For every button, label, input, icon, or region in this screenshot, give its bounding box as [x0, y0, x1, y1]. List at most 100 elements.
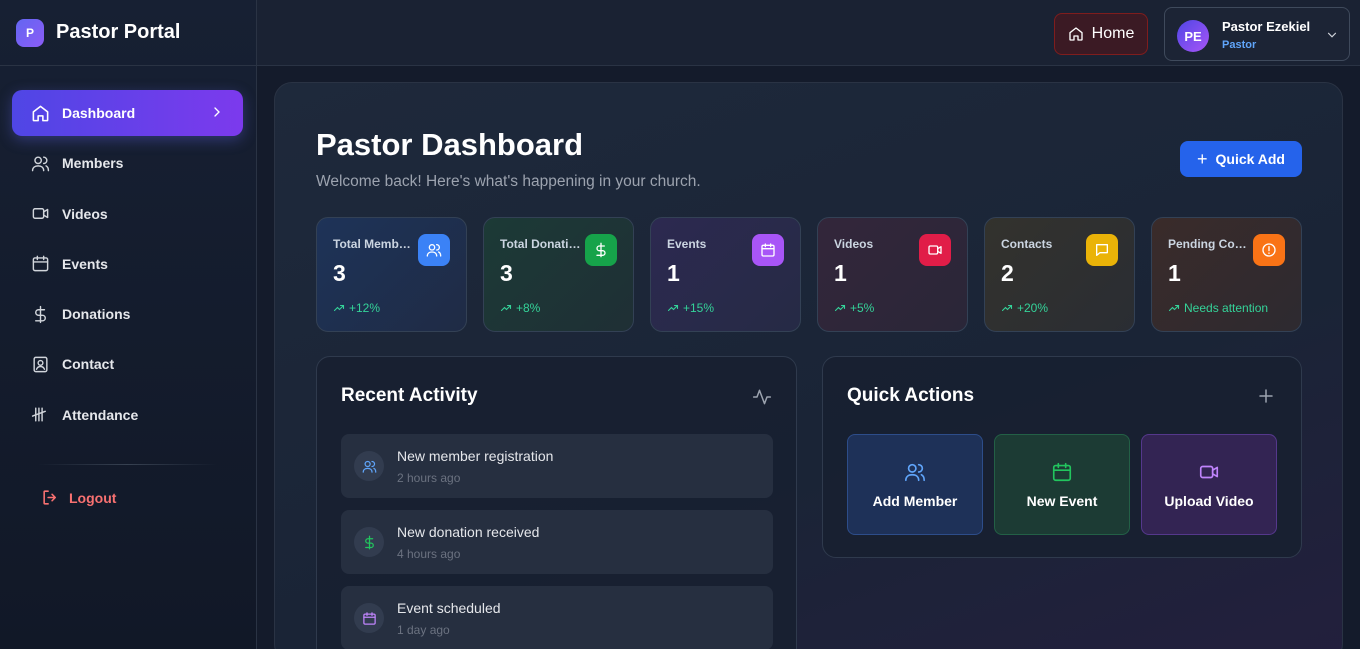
sidebar-item-label: Donations — [62, 306, 131, 323]
sidebar-item-videos[interactable]: Videos — [12, 191, 243, 237]
activity-icon — [752, 389, 772, 405]
calendar-icon — [30, 254, 50, 274]
stat-trend: +8% — [500, 301, 540, 315]
stat-label: Events — [667, 237, 707, 251]
dollar-icon — [585, 234, 617, 266]
plus-icon: + — [1196, 149, 1208, 169]
message-icon — [1086, 234, 1118, 266]
trending-up-icon — [1168, 304, 1180, 312]
home-button[interactable]: Home — [1054, 13, 1148, 55]
stat-trend-text: +5% — [850, 301, 875, 315]
add-member-button[interactable]: Add Member — [847, 434, 983, 535]
video-icon — [1199, 465, 1219, 478]
list-item[interactable]: New member registration 2 hours ago — [341, 434, 773, 498]
stat-trend-text: +15% — [683, 301, 715, 315]
dollar-icon — [354, 527, 384, 557]
sidebar-item-label: Attendance — [62, 406, 139, 423]
quick-add-button[interactable]: + Quick Add — [1180, 141, 1302, 177]
avatar: PE — [1177, 20, 1209, 52]
stat-trend-text: +8% — [516, 301, 541, 315]
sidebar-item-events[interactable]: Events — [12, 241, 243, 287]
stat-card-donations[interactable]: Total Donations 3 +8% — [483, 217, 634, 332]
app-name: Pastor Portal — [56, 21, 181, 43]
stat-card-members[interactable]: Total Members 3 +12% — [316, 217, 467, 332]
user-menu[interactable]: PE Pastor Ezekiel Pastor — [1164, 7, 1350, 61]
video-icon — [30, 204, 50, 224]
stat-trend: +15% — [667, 301, 714, 315]
stat-trend-text: +20% — [1017, 301, 1049, 315]
trending-up-icon — [1001, 304, 1013, 312]
brand[interactable]: P Pastor Portal — [0, 0, 256, 66]
chevron-down-icon — [1327, 32, 1337, 38]
users-icon — [905, 463, 925, 481]
stat-value: 1 — [834, 260, 847, 286]
sidebar: P Pastor Portal Dashboard Members Videos — [0, 0, 257, 649]
stat-value: 2 — [1001, 260, 1014, 286]
upload-video-button[interactable]: Upload Video — [1141, 434, 1277, 535]
sidebar-item-label: Dashboard — [62, 105, 136, 121]
stat-value: 1 — [667, 260, 680, 286]
list-item[interactable]: Event scheduled 1 day ago — [341, 586, 773, 649]
sidebar-item-members[interactable]: Members — [12, 140, 243, 186]
brand-logo: P — [16, 18, 44, 47]
trending-up-icon — [333, 304, 345, 312]
quick-actions-card: Quick Actions Add Member New Event Uploa… — [822, 356, 1302, 558]
activity-time: 1 day ago — [397, 623, 450, 637]
stat-card-pending-contacts[interactable]: Pending Contacts 1 Needs attention — [1151, 217, 1302, 332]
activity-time: 4 hours ago — [397, 547, 461, 561]
quick-action-label: New Event — [1026, 492, 1098, 509]
sidebar-item-dashboard[interactable]: Dashboard — [12, 90, 243, 136]
user-name: Pastor Ezekiel — [1222, 19, 1311, 34]
recent-activity-title: Recent Activity — [341, 385, 478, 406]
trending-up-icon — [667, 304, 679, 312]
quick-action-label: Upload Video — [1164, 492, 1254, 509]
trending-up-icon — [834, 304, 846, 312]
logout-button[interactable]: Logout — [12, 483, 243, 513]
stat-trend: +12% — [333, 301, 380, 315]
stat-card-events[interactable]: Events 1 +15% — [650, 217, 801, 332]
logout-label: Logout — [69, 489, 117, 506]
video-icon — [919, 234, 951, 266]
users-icon — [354, 451, 384, 481]
sidebar-item-contact[interactable]: Contact — [12, 341, 243, 387]
calendar-icon — [752, 234, 784, 266]
stat-label: Videos — [834, 237, 874, 251]
dollar-icon — [30, 304, 50, 324]
sidebar-divider — [38, 463, 217, 465]
tally-icon — [30, 405, 50, 425]
activity-title: New donation received — [397, 524, 540, 540]
home-icon — [30, 103, 50, 123]
calendar-icon — [354, 603, 384, 633]
activity-time: 2 hours ago — [397, 471, 461, 485]
logout-icon — [40, 488, 60, 508]
quick-actions-title: Quick Actions — [847, 385, 975, 406]
sidebar-item-label: Videos — [62, 205, 108, 222]
users-icon — [418, 234, 450, 266]
plus-icon[interactable] — [1257, 387, 1275, 405]
quick-action-label: Add Member — [872, 492, 958, 509]
sidebar-item-label: Members — [62, 155, 124, 172]
list-item[interactable]: New donation received 4 hours ago — [341, 510, 773, 574]
sidebar-nav: Dashboard Members Videos Events Donation… — [0, 66, 256, 513]
top-header: Home PE Pastor Ezekiel Pastor — [257, 0, 1360, 66]
page-subtitle: Welcome back! Here's what's happening in… — [316, 173, 701, 190]
new-event-button[interactable]: New Event — [994, 434, 1130, 535]
stat-card-contacts[interactable]: Contacts 2 +20% — [984, 217, 1135, 332]
dashboard-panel: Pastor Dashboard Welcome back! Here's wh… — [274, 82, 1343, 649]
sidebar-item-label: Events — [62, 255, 108, 272]
activity-title: New member registration — [397, 448, 554, 464]
home-label: Home — [1091, 25, 1135, 42]
page-title: Pastor Dashboard — [316, 127, 584, 162]
users-icon — [30, 153, 50, 173]
sidebar-item-label: Contact — [62, 356, 115, 373]
stat-label: Pending Contacts — [1168, 237, 1250, 251]
sidebar-item-donations[interactable]: Donations — [12, 291, 243, 337]
activity-title: Event scheduled — [397, 600, 501, 616]
sidebar-item-attendance[interactable]: Attendance — [12, 392, 243, 438]
trending-up-icon — [500, 304, 512, 312]
alert-icon — [1253, 234, 1285, 266]
quick-add-label: Quick Add — [1215, 151, 1286, 167]
stat-card-videos[interactable]: Videos 1 +5% — [817, 217, 968, 332]
stat-trend: +20% — [1001, 301, 1048, 315]
stat-label: Total Donations — [500, 237, 582, 251]
